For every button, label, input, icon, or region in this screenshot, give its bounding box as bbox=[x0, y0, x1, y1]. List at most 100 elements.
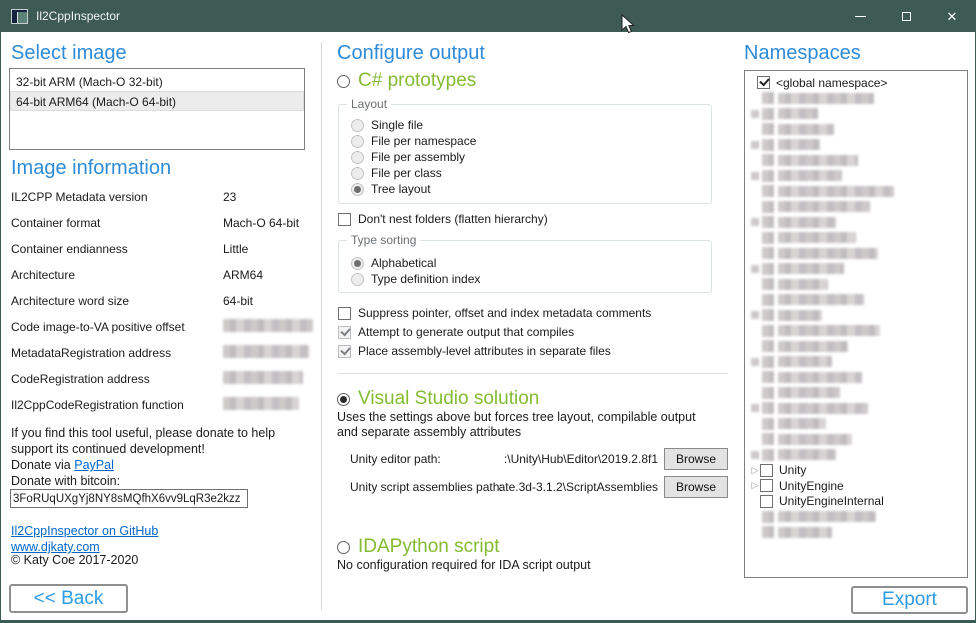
namespace-item-redacted[interactable] bbox=[745, 246, 967, 262]
namespace-item-redacted[interactable] bbox=[745, 122, 967, 138]
namespace-item[interactable]: UnityEngineInternal bbox=[745, 494, 967, 510]
unity-script-browse-button[interactable]: Browse bbox=[664, 476, 728, 498]
checkbox-redacted bbox=[762, 108, 774, 120]
namespace-item-redacted[interactable] bbox=[745, 153, 967, 169]
namespace-checkbox[interactable] bbox=[760, 479, 773, 492]
image-list-item[interactable]: 32-bit ARM (Mach-O 32-bit) bbox=[10, 71, 304, 91]
namespace-item-redacted[interactable] bbox=[745, 91, 967, 107]
name-redacted bbox=[778, 511, 876, 522]
global-namespace-checkbox[interactable] bbox=[757, 76, 770, 89]
paypal-link[interactable]: PayPal bbox=[74, 458, 114, 472]
configure-output-title: Configure output bbox=[337, 42, 485, 65]
name-redacted bbox=[778, 232, 856, 243]
namespace-item-global[interactable]: <global namespace> bbox=[745, 75, 967, 91]
namespace-item-redacted[interactable] bbox=[745, 401, 967, 417]
flatten-hierarchy-checkbox[interactable] bbox=[338, 213, 351, 226]
layout-radio[interactable] bbox=[351, 167, 364, 180]
select-image-title: Select image bbox=[11, 42, 127, 65]
namespace-item-redacted[interactable] bbox=[745, 354, 967, 370]
namespace-item-redacted[interactable] bbox=[745, 137, 967, 153]
namespace-item-redacted[interactable] bbox=[745, 416, 967, 432]
layout-radio[interactable] bbox=[351, 135, 364, 148]
type-sorting-option[interactable]: Alphabetical bbox=[351, 255, 480, 271]
layout-option[interactable]: Tree layout bbox=[351, 181, 476, 197]
namespaces-listbox[interactable]: <global namespace> bbox=[744, 70, 968, 578]
export-button[interactable]: Export bbox=[851, 586, 968, 614]
layout-option[interactable]: File per class bbox=[351, 165, 476, 181]
checkbox-redacted bbox=[762, 511, 774, 523]
expander-icon[interactable]: ▷ bbox=[750, 465, 760, 476]
layout-radio[interactable] bbox=[351, 151, 364, 164]
namespace-item-redacted[interactable] bbox=[745, 184, 967, 200]
namespace-item-redacted[interactable] bbox=[745, 509, 967, 525]
checkbox-redacted bbox=[762, 402, 774, 414]
info-row: IL2CPP Metadata version 23 bbox=[11, 186, 311, 212]
back-button[interactable]: << Back bbox=[9, 584, 128, 613]
output-option-checkbox[interactable] bbox=[338, 307, 351, 320]
bitcoin-address-input[interactable] bbox=[10, 489, 248, 508]
unity-editor-browse-button[interactable]: Browse bbox=[664, 448, 728, 470]
type-sorting-option[interactable]: Type definition index bbox=[351, 271, 480, 287]
image-list-item[interactable]: 64-bit ARM64 (Mach-O 64-bit) bbox=[10, 91, 304, 111]
website-link[interactable]: www.djkaty.com bbox=[11, 540, 100, 554]
layout-radio[interactable] bbox=[351, 183, 364, 196]
flatten-hierarchy-label: Don't nest folders (flatten hierarchy) bbox=[358, 212, 548, 226]
namespace-item-redacted[interactable] bbox=[745, 277, 967, 293]
layout-option-label: File per class bbox=[371, 166, 442, 180]
output-option[interactable]: Place assembly-level attributes in separ… bbox=[338, 344, 611, 358]
namespace-item-redacted[interactable] bbox=[745, 199, 967, 215]
type-sorting-radio[interactable] bbox=[351, 273, 364, 286]
namespace-item[interactable]: ▷ Unity bbox=[745, 463, 967, 479]
namespace-item[interactable]: ▷ UnityEngine bbox=[745, 478, 967, 494]
type-sorting-radio[interactable] bbox=[351, 257, 364, 270]
expander-icon[interactable]: ▷ bbox=[750, 480, 760, 491]
checkbox-redacted bbox=[762, 201, 774, 213]
info-label: CodeRegistration address bbox=[11, 372, 150, 386]
vs-solution-option[interactable]: Visual Studio solution bbox=[337, 388, 539, 410]
namespace-item-redacted[interactable] bbox=[745, 168, 967, 184]
maximize-button[interactable] bbox=[883, 0, 929, 32]
vs-solution-radio[interactable] bbox=[337, 393, 350, 406]
layout-radio[interactable] bbox=[351, 119, 364, 132]
info-value: 23 bbox=[223, 190, 236, 204]
namespace-item-redacted[interactable] bbox=[745, 106, 967, 122]
namespace-item-redacted[interactable] bbox=[745, 432, 967, 448]
close-button[interactable]: ✕ bbox=[929, 0, 975, 32]
namespace-item-redacted[interactable] bbox=[745, 339, 967, 355]
minimize-button[interactable] bbox=[837, 0, 883, 32]
idapython-label: IDAPython script bbox=[358, 536, 500, 558]
checkbox-redacted bbox=[762, 387, 774, 399]
namespace-item-redacted[interactable] bbox=[745, 525, 967, 541]
flatten-hierarchy-option[interactable]: Don't nest folders (flatten hierarchy) bbox=[338, 212, 548, 226]
layout-option[interactable]: File per assembly bbox=[351, 149, 476, 165]
namespace-checkbox[interactable] bbox=[760, 495, 773, 508]
csharp-prototypes-radio[interactable] bbox=[337, 75, 350, 88]
namespace-item-redacted[interactable] bbox=[745, 308, 967, 324]
github-link[interactable]: Il2CppInspector on GitHub bbox=[11, 524, 158, 538]
name-redacted bbox=[778, 527, 832, 538]
name-redacted bbox=[778, 372, 862, 383]
idapython-option[interactable]: IDAPython script bbox=[337, 536, 500, 558]
namespace-checkbox[interactable] bbox=[760, 464, 773, 477]
output-option[interactable]: Attempt to generate output that compiles bbox=[338, 325, 574, 339]
namespace-item-redacted[interactable] bbox=[745, 385, 967, 401]
namespace-item-redacted[interactable] bbox=[745, 215, 967, 231]
namespace-item-redacted[interactable] bbox=[745, 292, 967, 308]
expander-redacted bbox=[751, 265, 759, 273]
namespace-item-redacted[interactable] bbox=[745, 370, 967, 386]
csharp-prototypes-option[interactable]: C# prototypes bbox=[337, 70, 476, 92]
layout-option[interactable]: Single file bbox=[351, 117, 476, 133]
name-redacted bbox=[778, 108, 818, 119]
image-listbox[interactable]: 32-bit ARM (Mach-O 32-bit) 64-bit ARM64 … bbox=[9, 68, 305, 150]
info-value-redacted bbox=[223, 397, 299, 410]
title-bar[interactable]: Il2CppInspector ✕ bbox=[1, 0, 975, 32]
idapython-radio[interactable] bbox=[337, 541, 350, 554]
output-option-checkbox[interactable] bbox=[338, 326, 351, 339]
output-option-checkbox[interactable] bbox=[338, 345, 351, 358]
namespace-item-redacted[interactable] bbox=[745, 447, 967, 463]
namespace-item-redacted[interactable] bbox=[745, 323, 967, 339]
layout-option[interactable]: File per namespace bbox=[351, 133, 476, 149]
namespace-item-redacted[interactable] bbox=[745, 261, 967, 277]
namespace-item-redacted[interactable] bbox=[745, 230, 967, 246]
output-option[interactable]: Suppress pointer, offset and index metad… bbox=[338, 306, 651, 320]
